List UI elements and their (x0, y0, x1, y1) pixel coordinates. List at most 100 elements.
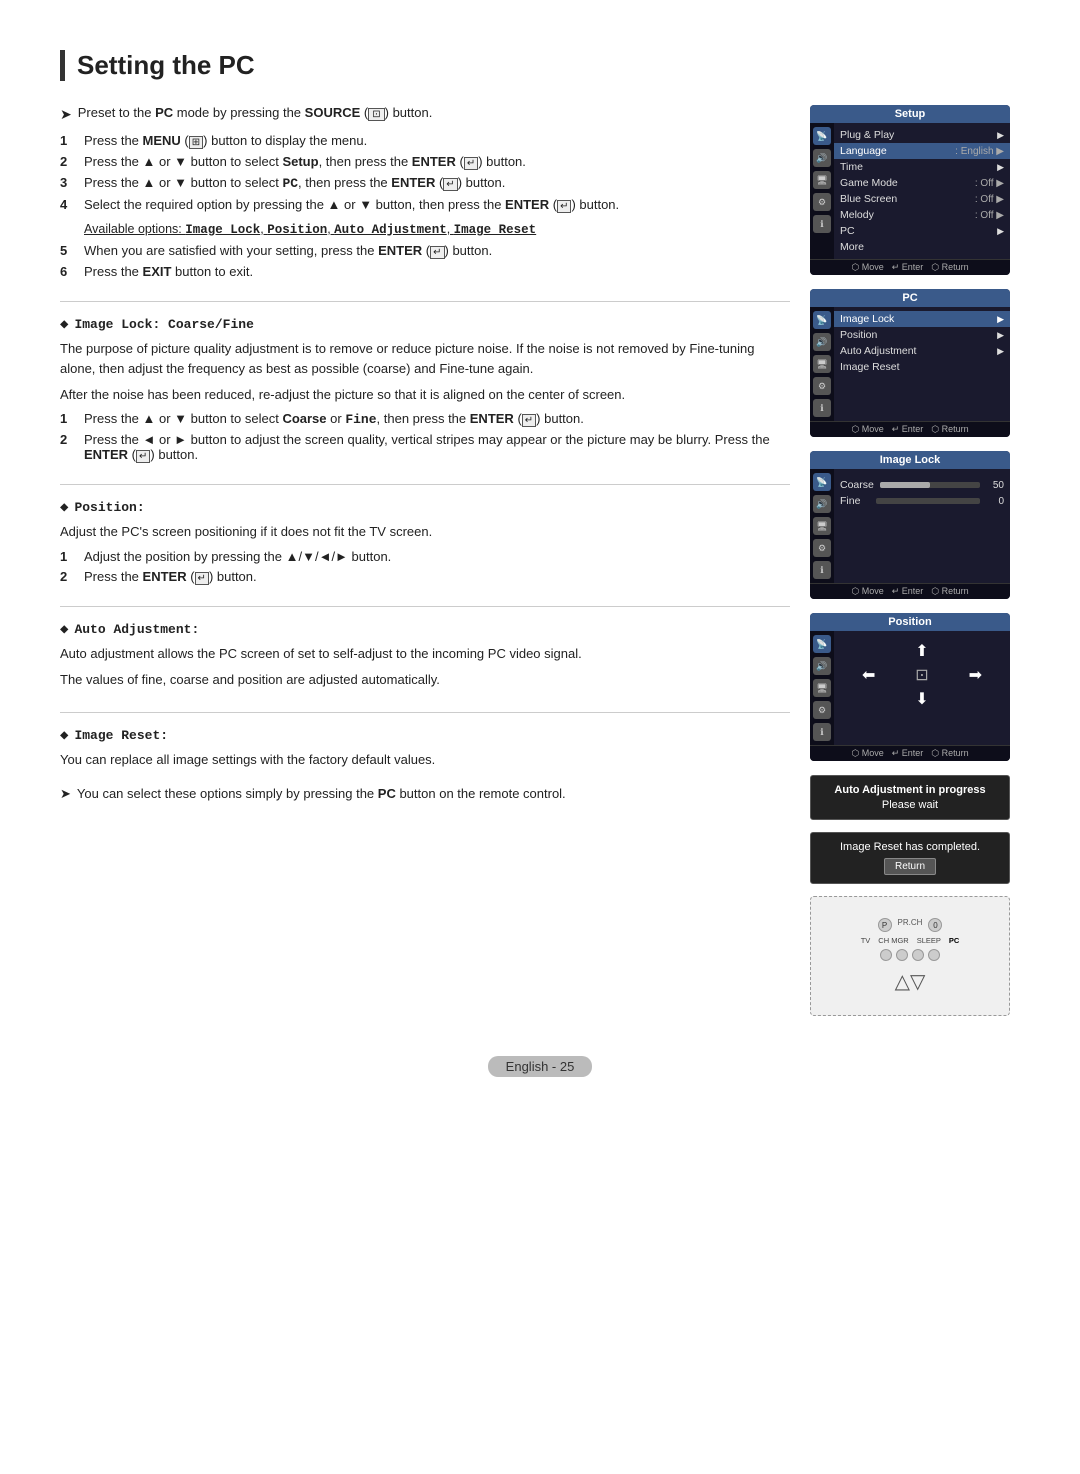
il-icon-4: ⚙ (813, 539, 831, 557)
remote-circle-row (880, 949, 940, 961)
pc-icon-3: 🖥 (813, 355, 831, 373)
intro-text: ➤ Preset to the PC mode by pressing the … (60, 105, 790, 123)
remote-nav: △▽ (895, 969, 926, 994)
auto-adj-header: ◆ Auto Adjustment: (60, 621, 790, 638)
diamond-icon-2: ◆ (60, 499, 68, 516)
setup-item-melody: Melody: Off ▶ (840, 207, 1004, 223)
remote-pc-label: PC (949, 936, 959, 945)
remote-0-btn: 0 (928, 918, 942, 932)
coarse-track (880, 482, 980, 488)
pc-menu-items: Image Lock▶ Position▶ Auto Adjustment▶ I… (834, 307, 1010, 421)
remote-btn-3 (912, 949, 924, 961)
setup-item-more: More (840, 239, 1004, 255)
pc-menu-title: PC (810, 289, 1010, 307)
pc-item-position: Position▶ (840, 327, 1004, 343)
remote-btn-1 (880, 949, 892, 961)
step-3: 3 Press the ▲ or ▼ button to select PC, … (60, 175, 790, 191)
pos-down-arrow: ⬇ (915, 689, 928, 709)
image-lock-section: ◆ Image Lock: Coarse/Fine The purpose of… (60, 301, 790, 462)
setup-menu-footer: ⬡ Move↵ Enter⬡ Return (810, 259, 1010, 275)
image-reset-line1: Image Reset has completed. (823, 841, 997, 853)
il-footer: ⬡ Move↵ Enter⬡ Return (810, 583, 1010, 599)
setup-item-time: Time▶ (840, 159, 1004, 175)
image-lock-text-1: The purpose of picture quality adjustmen… (60, 339, 790, 379)
pos-right-arrow: ➡ (969, 665, 982, 685)
icon-display: 🖥 (813, 171, 831, 189)
pos-icon-4: ⚙ (813, 701, 831, 719)
position-header: ◆ Position: (60, 499, 790, 516)
image-reset-text: You can replace all image settings with … (60, 750, 790, 770)
pos-up-arrow: ⬆ (915, 641, 928, 661)
position-section: ◆ Position: Adjust the PC's screen posit… (60, 484, 790, 583)
remote-btn-2 (896, 949, 908, 961)
diamond-icon-3: ◆ (60, 621, 68, 638)
image-lock-header: ◆ Image Lock: Coarse/Fine (60, 316, 790, 333)
auto-adjustment-section: ◆ Auto Adjustment: Auto adjustment allow… (60, 606, 790, 690)
position-text: Adjust the PC's screen positioning if it… (60, 522, 790, 542)
remote-label-row: TV CH MGR SLEEP PC (861, 936, 960, 945)
position-panel: Position 📡 🔊 🖥 ⚙ ℹ ⬆ ⬅ ⊡ ➡ (810, 613, 1010, 761)
pc-icon-2: 🔊 (813, 333, 831, 351)
pc-menu-panel: PC 📡 🔊 🖥 ⚙ ℹ Image Lock▶ Position▶ Auto … (810, 289, 1010, 437)
page-footer: English - 25 (60, 1056, 1020, 1077)
available-options: Available options: Image Lock, Position,… (84, 222, 790, 237)
pos-left-arrow: ⬅ (862, 665, 875, 685)
setup-menu-icons: 📡 🔊 🖥 ⚙ ℹ (810, 123, 834, 259)
image-lock-steps: 1 Press the ▲ or ▼ button to select Coar… (60, 411, 790, 462)
remote-prech-btn: P (878, 918, 892, 932)
il-icon-3: 🖥 (813, 517, 831, 535)
pos-footer: ⬡ Move↵ Enter⬡ Return (810, 745, 1010, 761)
il-fine-bar: Fine 0 (840, 493, 1004, 509)
footer-note: ➤ You can select these options simply by… (60, 786, 790, 802)
position-panel-title: Position (810, 613, 1010, 631)
pc-icon-4: ⚙ (813, 377, 831, 395)
return-button[interactable]: Return (884, 858, 936, 875)
image-reset-header: ◆ Image Reset: (60, 727, 790, 744)
step-1: 1 Press the MENU (⊞) button to display t… (60, 133, 790, 148)
image-lock-text-2: After the noise has been reduced, re-adj… (60, 385, 790, 405)
il-step-2: 2 Press the ◄ or ► button to adjust the … (60, 432, 790, 462)
steps-list: 1 Press the MENU (⊞) button to display t… (60, 133, 790, 212)
pos-icon-2: 🔊 (813, 657, 831, 675)
pos-icon-3: 🖥 (813, 679, 831, 697)
setup-item-game-mode: Game Mode: Off ▶ (840, 175, 1004, 191)
step-4: 4 Select the required option by pressing… (60, 197, 790, 212)
step-2: 2 Press the ▲ or ▼ button to select Setu… (60, 154, 790, 169)
il-icons: 📡 🔊 🖥 ⚙ ℹ (810, 469, 834, 583)
remote-tv-label: TV (861, 936, 871, 945)
remote-chmgr-label: CH MGR (878, 936, 908, 945)
il-step-1: 1 Press the ▲ or ▼ button to select Coar… (60, 411, 790, 427)
position-grid: ⬆ ⬅ ⊡ ➡ ⬇ (838, 635, 1006, 715)
il-icon-2: 🔊 (813, 495, 831, 513)
pc-menu-footer: ⬡ Move↵ Enter⬡ Return (810, 421, 1010, 437)
step-6: 6 Press the EXIT button to exit. (60, 264, 790, 279)
setup-item-plug-play: Plug & Play▶ (840, 127, 1004, 143)
pc-item-image-lock: Image Lock▶ (834, 311, 1010, 327)
il-icon-5: ℹ (813, 561, 831, 579)
remote-sleep-label: SLEEP (917, 936, 941, 945)
image-reset-box: Image Reset has completed. Return (810, 832, 1010, 884)
remote-btn-4 (928, 949, 940, 961)
diamond-icon-4: ◆ (60, 727, 68, 744)
remote-control-box: P PR.CH 0 TV CH MGR SLEEP PC (810, 896, 1010, 1016)
icon-settings: ⚙ (813, 193, 831, 211)
page-number: English - 25 (488, 1056, 593, 1077)
pos-icon-1: 📡 (813, 635, 831, 653)
auto-adj-box: Auto Adjustment in progress Please wait (810, 775, 1010, 820)
image-lock-panel: Image Lock 📡 🔊 🖥 ⚙ ℹ Coarse 50 (810, 451, 1010, 599)
il-icon-1: 📡 (813, 473, 831, 491)
il-coarse-bar: Coarse 50 (840, 477, 1004, 493)
pc-item-image-reset: Image Reset (840, 359, 1004, 375)
pos-grid-container: ⬆ ⬅ ⊡ ➡ ⬇ (834, 631, 1010, 745)
auto-adj-line2: Please wait (823, 799, 997, 811)
image-reset-section: ◆ Image Reset: You can replace all image… (60, 712, 790, 770)
pos-step-1: 1 Adjust the position by pressing the ▲/… (60, 549, 790, 564)
setup-item-language: Language: English ▶ (834, 143, 1010, 159)
pc-icon-5: ℹ (813, 399, 831, 417)
icon-speaker: 🔊 (813, 149, 831, 167)
pos-icons: 📡 🔊 🖥 ⚙ ℹ (810, 631, 834, 745)
pc-menu-icons: 📡 🔊 🖥 ⚙ ℹ (810, 307, 834, 421)
icon-info: ℹ (813, 215, 831, 233)
coarse-fill (880, 482, 930, 488)
steps-5-6: 5 When you are satisfied with your setti… (60, 243, 790, 279)
